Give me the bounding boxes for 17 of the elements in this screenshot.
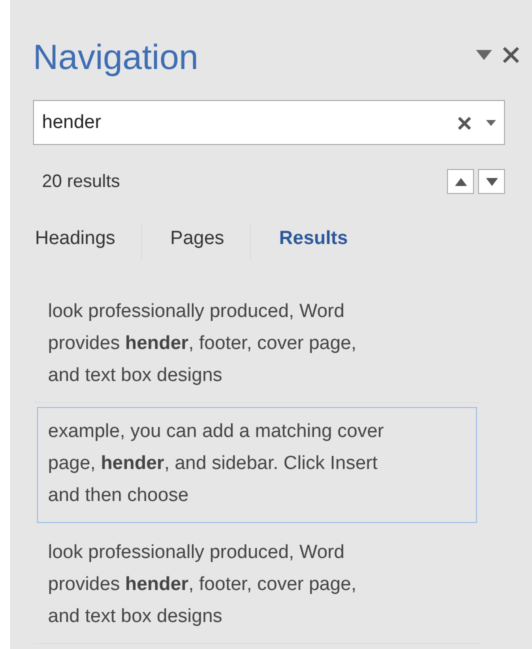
pane-title: Navigation bbox=[33, 37, 198, 79]
next-result-button[interactable] bbox=[478, 169, 505, 194]
search-result[interactable]: look professionally produced, Word provides hender, footer, cover page, and text box designs bbox=[33, 286, 481, 403]
dropdown-icon[interactable] bbox=[476, 50, 492, 60]
results-count: 20 results bbox=[42, 171, 120, 192]
clear-button[interactable]: × bbox=[456, 110, 472, 136]
up-triangle-icon bbox=[454, 178, 466, 186]
tab[interactable]: Headings bbox=[33, 224, 142, 260]
dropdown-icon[interactable] bbox=[486, 120, 496, 126]
previous-result-button[interactable] bbox=[447, 169, 474, 194]
search-result[interactable]: look professionally produced, Word provides hender, footer, cover page, and text box designs bbox=[33, 527, 481, 644]
close-icon[interactable] bbox=[502, 46, 520, 64]
tab[interactable]: Pages bbox=[168, 224, 252, 260]
down-triangle-icon bbox=[486, 178, 498, 186]
tab[interactable]: Results bbox=[277, 224, 374, 260]
search-result[interactable]: example, you can add a matching cover page, hender, and sidebar. Click Insert and then choose bbox=[37, 407, 477, 523]
search-field[interactable]: hender × bbox=[33, 100, 505, 145]
